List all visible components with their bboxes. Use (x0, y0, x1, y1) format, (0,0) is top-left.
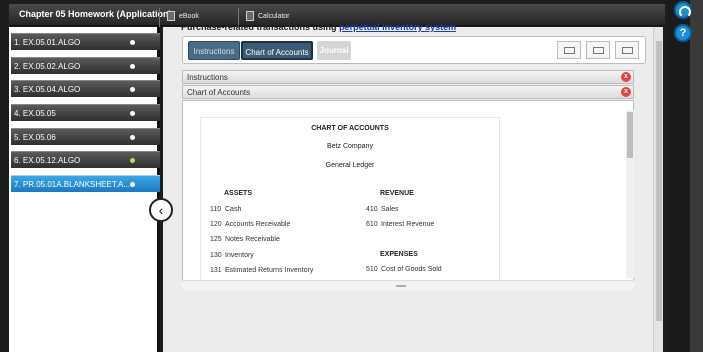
account-row: 131 Estimated Returns Inventory (210, 267, 314, 274)
sidebar-item-label: 7. PR.05.01A.BLANKSHEET.A... (14, 180, 131, 189)
close-icon[interactable]: x (621, 87, 631, 97)
tab-journal[interactable]: Journal (317, 41, 351, 60)
assets-heading: ASSETS (224, 190, 253, 197)
status-dot (130, 87, 135, 92)
scroll-thumb[interactable] (627, 112, 633, 158)
sidebar-item-ex-05-06[interactable]: 5. EX.05.06 (11, 128, 160, 145)
ledger-name: General Ledger (325, 162, 375, 169)
grip-icon (396, 285, 406, 287)
calculator-icon (246, 11, 254, 21)
collapse-sidebar-button[interactable]: ‹ (149, 198, 173, 222)
perpetual-inventory-link[interactable]: perpetual inventory system (339, 22, 456, 32)
layout-single-button[interactable] (557, 41, 581, 59)
account-row: 410 Sales (366, 206, 399, 213)
account-row: 120 Accounts Receivable (210, 221, 291, 228)
document-scrollbar[interactable] (626, 110, 634, 278)
window-icon (564, 47, 575, 54)
panel-title: Chart of Accounts (187, 88, 251, 97)
coa-heading: CHART OF ACCOUNTS (311, 125, 389, 132)
account-row: 130 Inventory (210, 252, 254, 259)
sidebar-item-label: 5. EX.05.06 (14, 133, 56, 142)
close-icon[interactable]: x (621, 72, 631, 82)
sidebar-item-label: 3. EX.05.04.ALGO (14, 85, 81, 94)
calculator-label: Calculator (258, 12, 290, 20)
instructions-panel-header[interactable]: Instructions x (182, 70, 634, 84)
sidebar-item-label: 6. EX.05.12.ALGO (14, 156, 81, 165)
scroll-thumb[interactable] (656, 41, 662, 321)
revenue-heading: REVENUE (380, 190, 414, 197)
chapter-title: Chapter 05 Homework (Application) (19, 9, 172, 19)
support-headset-icon[interactable] (674, 1, 692, 19)
tab-instructions[interactable]: Instructions (188, 41, 240, 60)
company-name: Betz Company (327, 143, 373, 150)
account-row: 510 Cost of Goods Sold (366, 266, 442, 273)
layout-list-button[interactable] (615, 41, 639, 59)
help-icon[interactable]: ? (674, 24, 692, 42)
account-row: 125 Notes Receivable (210, 236, 280, 243)
panel-title: Instructions (187, 73, 228, 82)
ebook-label: eBook (179, 12, 199, 20)
sidebar-item-label: 4. EX.05.05 (14, 109, 56, 118)
sidebar-item-ex-05-12[interactable]: 6. EX.05.12.ALGO (11, 151, 160, 168)
page-scrollbar[interactable] (690, 0, 703, 352)
tab-bar: Instructions Chart of Accounts Journal (182, 36, 646, 64)
subtitle-text: Purchase-related transactions using (181, 22, 340, 32)
status-dot (130, 182, 135, 187)
resize-grip[interactable] (182, 280, 634, 290)
status-dot (130, 135, 135, 140)
toolbar-divider (159, 8, 160, 28)
tab-chart-of-accounts[interactable]: Chart of Accounts (241, 41, 313, 60)
sidebar-item-pr-05-01a[interactable]: 7. PR.05.01A.BLANKSHEET.A... (11, 175, 160, 192)
list-icon (622, 47, 633, 54)
status-dot (130, 111, 135, 116)
book-icon (167, 11, 175, 21)
sidebar-item-ex-05-05[interactable]: 4. EX.05.05 (11, 104, 160, 121)
split-icon (593, 47, 604, 54)
sidebar-item-ex-05-02[interactable]: 2. EX.05.02.ALGO (11, 57, 160, 74)
sidebar-item-ex-05-04[interactable]: 3. EX.05.04.ALGO (11, 80, 160, 97)
status-dot (130, 64, 135, 69)
layout-split-button[interactable] (586, 41, 610, 59)
sidebar-item-label: 2. EX.05.02.ALGO (14, 62, 81, 71)
sidebar-item-label: 1. EX.05.01.ALGO (14, 38, 81, 47)
status-dot (130, 40, 135, 45)
chart-of-accounts-panel-header[interactable]: Chart of Accounts x (182, 85, 634, 99)
expenses-heading: EXPENSES (380, 251, 418, 258)
complete-dot (130, 158, 135, 163)
sidebar-item-ex-05-01[interactable]: 1. EX.05.01.ALGO (11, 33, 160, 50)
content-scrollbar[interactable] (653, 27, 663, 352)
account-row: 610 Interest Revenue (366, 221, 435, 228)
account-row: 110 Cash (210, 206, 242, 213)
problem-subtitle: Purchase-related transactions using perp… (181, 22, 456, 32)
chevron-left-icon: ‹ (158, 202, 164, 218)
